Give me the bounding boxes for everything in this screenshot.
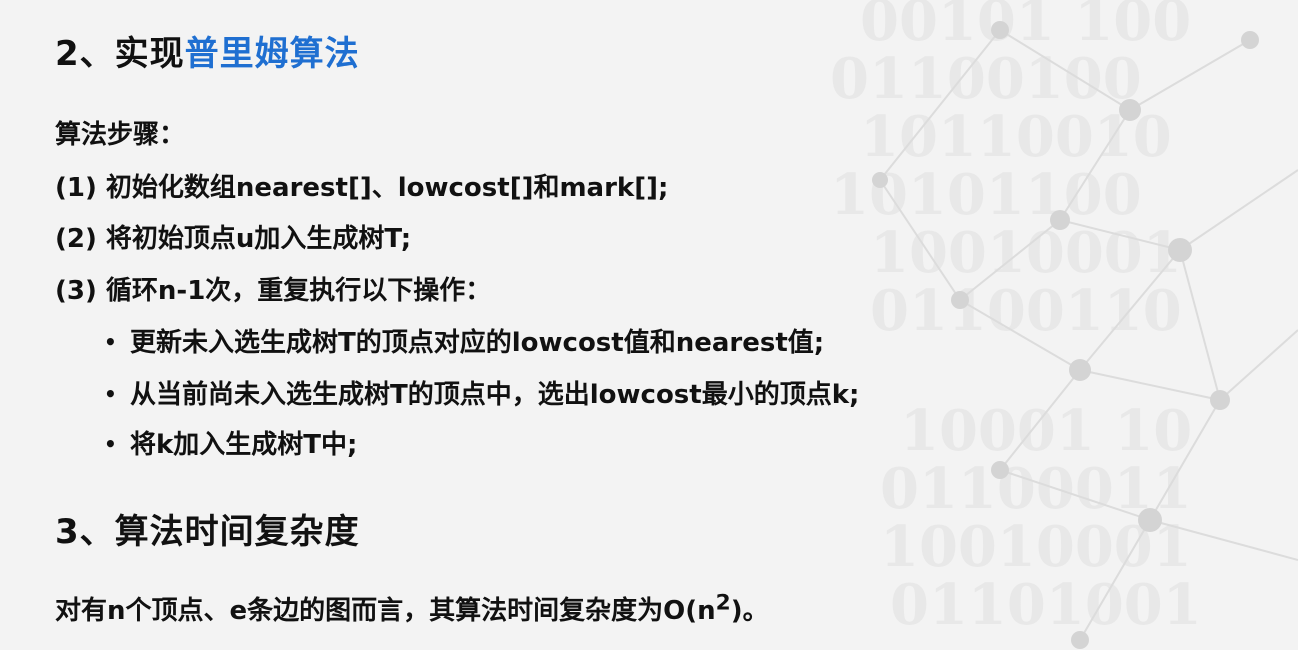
complexity-text: 对有n个顶点、e条边的图而言，其算法时间复杂度为O(n — [55, 596, 716, 626]
complexity-statement: 对有n个顶点、e条边的图而言，其算法时间复杂度为O(n2)。 — [55, 590, 769, 627]
bullet-dot-icon: • — [104, 431, 117, 456]
bullet-item-1: • 更新未入选生成树T的顶点对应的lowcost值和nearest值; — [104, 322, 824, 359]
bullet-item-3: • 将k加入生成树T中; — [104, 424, 357, 461]
section-2-prefix: 2、实现 — [55, 34, 185, 74]
bullet-item-2: • 从当前尚未入选生成树T的顶点中，选出lowcost最小的顶点k; — [104, 374, 859, 411]
bullet-text: 更新未入选生成树T的顶点对应的lowcost值和nearest值; — [130, 328, 825, 358]
complexity-superscript: 2 — [715, 590, 731, 616]
prim-algorithm-highlight: 普里姆算法 — [184, 34, 360, 74]
step-1: (1) 初始化数组nearest[]、lowcost[]和mark[]; — [55, 173, 669, 203]
step-3: (3) 循环n-1次，重复执行以下操作： — [55, 276, 492, 306]
bullet-text: 将k加入生成树T中; — [130, 430, 358, 460]
slide-content: 2、实现普里姆算法 算法步骤： (1) 初始化数组nearest[]、lowco… — [0, 0, 1298, 650]
section-3-title: 3、算法时间复杂度 — [55, 512, 360, 552]
steps-label: 算法步骤： — [55, 120, 186, 150]
bullet-dot-icon: • — [104, 381, 117, 406]
complexity-suffix: )。 — [730, 596, 769, 626]
step-2: (2) 将初始顶点u加入生成树T; — [55, 224, 412, 254]
bullet-dot-icon: • — [104, 329, 117, 354]
bullet-text: 从当前尚未入选生成树T的顶点中，选出lowcost最小的顶点k; — [130, 380, 860, 410]
section-2-title: 2、实现普里姆算法 — [55, 26, 360, 75]
